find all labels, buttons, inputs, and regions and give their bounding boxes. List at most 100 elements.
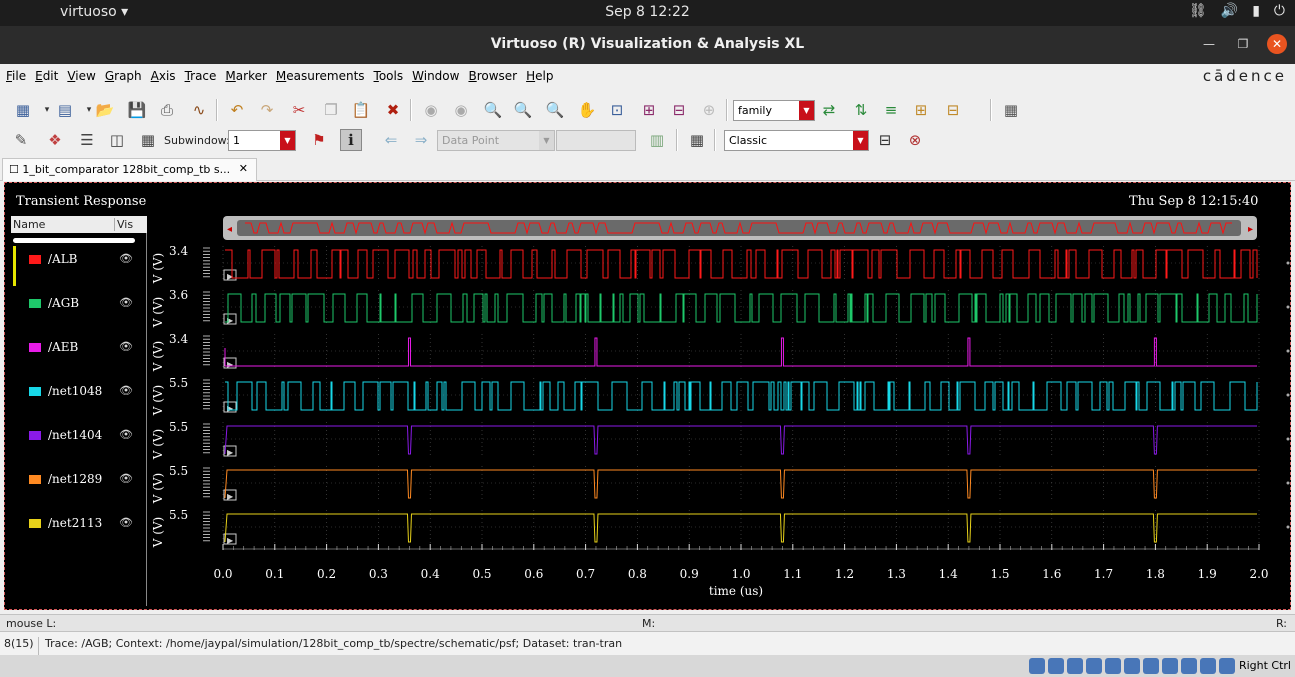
mouse-left-label: mouse L: xyxy=(6,617,57,630)
network-icon[interactable]: ⛓ xyxy=(1189,3,1207,19)
fit-icon[interactable]: ⊡ xyxy=(606,99,628,121)
horizontal-split-icon[interactable]: ☰ xyxy=(76,129,98,151)
minimize-button[interactable]: — xyxy=(1199,34,1219,54)
menu-measurements[interactable]: Measurements xyxy=(276,69,365,83)
tab-comparator-window[interactable]: ☐ 1_bit_comparator 128bit_comp_tb s... ✕ xyxy=(2,158,257,181)
menu-graph[interactable]: Graph xyxy=(105,69,142,83)
pan-icon[interactable]: ✋ xyxy=(576,99,598,121)
paste-icon[interactable]: 📋 xyxy=(350,99,372,121)
menu-tools[interactable]: Tools xyxy=(374,69,404,83)
open-folder-icon[interactable]: 📂 xyxy=(94,99,116,121)
apply-style-icon[interactable]: ⊟ xyxy=(874,129,896,151)
y-axis-max-label: 5.5 xyxy=(169,376,188,390)
network-adapter-icon[interactable] xyxy=(1086,658,1102,674)
menu-file[interactable]: File xyxy=(6,69,26,83)
waveform-icon[interactable]: ∿ xyxy=(188,99,210,121)
cadence-logo: cādence xyxy=(1202,67,1287,85)
new-subwindow-icon[interactable]: ▤ xyxy=(54,99,76,121)
battery-icon[interactable]: ▮ xyxy=(1252,3,1260,19)
magnifier-disabled-icon[interactable]: ⊕ xyxy=(698,99,720,121)
tab-close-icon[interactable]: ✕ xyxy=(239,162,248,175)
mouse-integration-icon[interactable] xyxy=(1200,658,1216,674)
add-strip-icon[interactable]: ⊞ xyxy=(910,99,932,121)
usb-icon[interactable] xyxy=(1105,658,1121,674)
menu-browser[interactable]: Browser xyxy=(468,69,517,83)
redo-icon[interactable]: ↷ xyxy=(256,99,278,121)
audio-icon[interactable] xyxy=(1067,658,1083,674)
menu-help[interactable]: Help xyxy=(526,69,553,83)
menu-view[interactable]: View xyxy=(67,69,95,83)
subwindow-grid-icon[interactable]: ▦ xyxy=(137,129,159,151)
zoom-x-icon[interactable]: ⊞ xyxy=(638,99,660,121)
dropdown-arrow-icon: ▼ xyxy=(799,101,814,120)
play-arrow-icon: ▶ xyxy=(227,360,234,369)
maximize-button[interactable]: ❐ xyxy=(1233,34,1253,54)
calculator-icon[interactable]: ▦ xyxy=(686,129,708,151)
trace-strip[interactable]: V (V)5.5▶ xyxy=(151,376,1290,416)
y-axis-max-label: 3.4 xyxy=(169,332,188,346)
trace-strip[interactable]: V (V)3.6▶ xyxy=(151,288,1290,328)
subwindow-combo[interactable]: 1 ▼ xyxy=(228,130,296,151)
stack-traces-icon[interactable]: ⇅ xyxy=(850,99,872,121)
data-point-combo[interactable]: Data Point ▼ xyxy=(437,130,555,151)
hdd-icon[interactable] xyxy=(1029,658,1045,674)
new-window-icon[interactable]: ▦ xyxy=(12,99,34,121)
info-icon[interactable]: ℹ xyxy=(340,129,362,151)
grid-icon[interactable]: ▦ xyxy=(1000,99,1022,121)
zoom-icon[interactable]: 🔍 xyxy=(482,99,504,121)
system-clock[interactable]: Sep 8 12:22 xyxy=(0,4,1295,20)
zoom-out-disabled-icon[interactable]: ◉ xyxy=(450,99,472,121)
next-point-icon[interactable]: ⇒ xyxy=(410,129,432,151)
zoom-y-icon[interactable]: ⊟ xyxy=(668,99,690,121)
recording-icon[interactable] xyxy=(1162,658,1178,674)
print-icon[interactable]: ⎙ xyxy=(156,99,178,121)
split-traces-icon[interactable]: ⇄ xyxy=(818,99,840,121)
reset-style-icon[interactable]: ⊗ xyxy=(904,129,926,151)
menu-axis[interactable]: Axis xyxy=(151,69,176,83)
trace-strip[interactable]: V (V) 3.4 ▶ xyxy=(151,244,1290,284)
volume-icon[interactable]: 🔊 xyxy=(1221,3,1238,19)
save-icon[interactable]: 💾 xyxy=(126,99,148,121)
graph-window[interactable]: Transient Response Thu Sep 8 12:15:40 Na… xyxy=(4,182,1291,610)
cut-icon[interactable]: ✂ xyxy=(288,99,310,121)
scroll-right-arrow-icon[interactable]: ▸ xyxy=(1248,224,1253,235)
keyboard-icon[interactable] xyxy=(1219,658,1235,674)
app-menu[interactable]: virtuoso ▾ xyxy=(60,4,128,20)
strip-traces-icon[interactable]: ≡ xyxy=(880,99,902,121)
waveform-canvas[interactable]: ◂ ▸V (V)3.4▶V (V)3.6▶V (V)3.4▶V (V)5.5▶V … xyxy=(5,183,1290,609)
family-combo[interactable]: family ▼ xyxy=(733,100,815,121)
display-icon[interactable] xyxy=(1143,658,1159,674)
flag-icon[interactable]: ⚑ xyxy=(308,129,330,151)
menu-edit[interactable]: Edit xyxy=(35,69,58,83)
vertical-split-icon[interactable]: ◫ xyxy=(106,129,128,151)
menu-window[interactable]: Window xyxy=(412,69,459,83)
dropdown-arrow-icon: ▼ xyxy=(539,131,554,150)
trace-strip[interactable]: V (V)5.5▶ xyxy=(151,464,1290,504)
remove-strip-icon[interactable]: ⊟ xyxy=(942,99,964,121)
trace-strip[interactable]: V (V)5.5▶ xyxy=(151,420,1290,460)
menu-marker[interactable]: Marker xyxy=(225,69,266,83)
undo-icon[interactable]: ↶ xyxy=(226,99,248,121)
prev-point-icon[interactable]: ⇐ xyxy=(380,129,402,151)
magic-wand-icon[interactable]: ✎ xyxy=(10,129,32,151)
menu-trace[interactable]: Trace xyxy=(185,69,217,83)
trace-strip[interactable]: V (V)5.5▶ xyxy=(151,508,1290,548)
trace-strip[interactable]: V (V) 3.4 ▶ xyxy=(151,332,1290,372)
optical-drive-icon[interactable] xyxy=(1048,658,1064,674)
data-point-combo-value: Data Point xyxy=(442,134,500,147)
data-point-value-field[interactable] xyxy=(556,130,636,151)
system-tray[interactable]: ⛓ 🔊 ▮ ⏻ xyxy=(1189,3,1285,19)
style-combo[interactable]: Classic ▼ xyxy=(724,130,869,151)
copy-icon[interactable]: ❐ xyxy=(320,99,342,121)
zoom-in-disabled-icon[interactable]: ◉ xyxy=(420,99,442,121)
zoom-out-icon[interactable]: 🔍 xyxy=(544,99,566,121)
scroll-left-arrow-icon[interactable]: ◂ xyxy=(227,224,232,235)
bar-chart-icon[interactable]: ▥ xyxy=(646,129,668,151)
cards-icon[interactable]: ❖ xyxy=(44,129,66,151)
cpu-icon[interactable] xyxy=(1181,658,1197,674)
delete-icon[interactable]: ✖ xyxy=(382,99,404,121)
power-icon[interactable]: ⏻ xyxy=(1274,3,1285,19)
zoom-in-icon[interactable]: 🔍 xyxy=(512,99,534,121)
shared-folder-icon[interactable] xyxy=(1124,658,1140,674)
close-button[interactable]: ✕ xyxy=(1267,34,1287,54)
